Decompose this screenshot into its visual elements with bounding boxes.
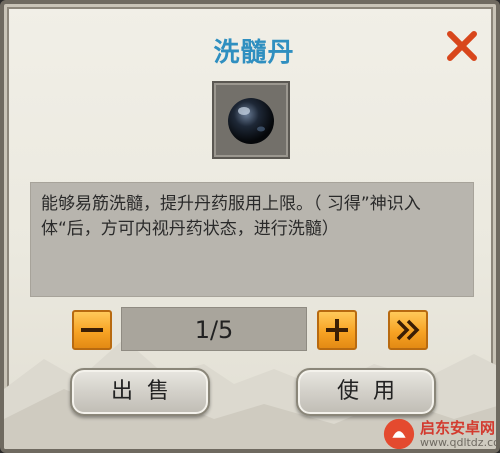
decrease-quantity-button[interactable] <box>72 310 112 350</box>
use-button[interactable]: 使用 <box>296 368 436 416</box>
dark-pill-icon <box>228 98 274 144</box>
watermark-title: 启东安卓网 <box>420 419 496 437</box>
close-icon[interactable] <box>444 28 480 64</box>
item-dialog: 洗髓丹 能够易筋洗髓，提升丹药服用上限。（ 习得”神识入体“后，方可内视丹药状态… <box>0 0 500 453</box>
quantity-display: 1/5 <box>121 307 307 351</box>
dialog-title: 洗髓丹 <box>213 38 295 68</box>
watermark-logo-icon <box>383 418 415 449</box>
minus-icon <box>81 328 103 332</box>
max-quantity-button[interactable] <box>388 310 428 350</box>
increase-quantity-button[interactable] <box>317 310 357 350</box>
item-description: 能够易筋洗髓，提升丹药服用上限。（ 习得”神识入体“后，方可内视丹药状态，进行洗… <box>30 182 474 297</box>
use-button-label: 使用 <box>336 379 409 404</box>
double-chevron-right-icon <box>396 319 420 341</box>
sell-button[interactable]: 出售 <box>70 368 210 416</box>
watermark: 启东安卓网 www.qdltdz.com <box>380 416 500 449</box>
sell-button-label: 出售 <box>110 379 183 404</box>
item-slot <box>212 81 290 159</box>
plus-icon <box>326 319 348 341</box>
watermark-url: www.qdltdz.com <box>420 436 500 449</box>
